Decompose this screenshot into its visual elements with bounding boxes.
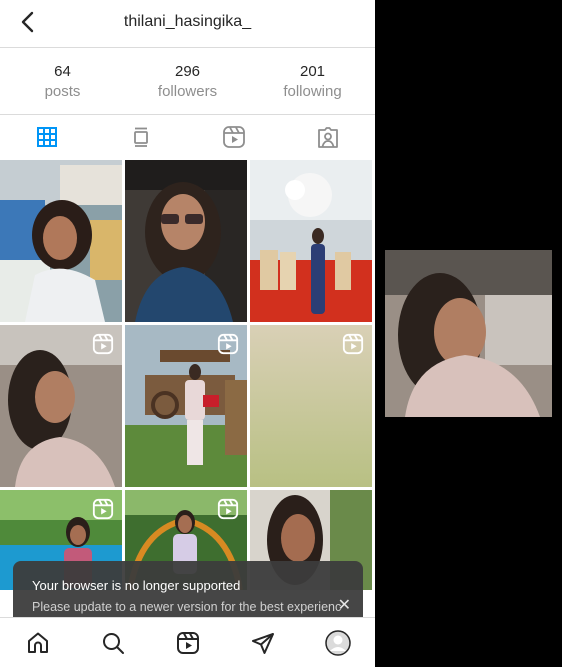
toast-message: Please update to a newer version for the… [32, 600, 342, 614]
reel-icon [217, 498, 239, 520]
reel-icon [342, 333, 364, 355]
back-button[interactable] [14, 8, 42, 36]
photo-woman-pink-top-preview [385, 250, 552, 417]
nav-direct[interactable] [225, 618, 300, 667]
stat-label: followers [157, 83, 218, 100]
hover-preview-image [385, 250, 552, 417]
post-thumbnail[interactable] [125, 325, 247, 487]
profile-page: thilani_hasingika_ 64 posts 296 follower… [0, 0, 375, 667]
post-thumbnail[interactable] [125, 160, 247, 322]
profile-tabs [0, 115, 375, 159]
home-icon [27, 632, 48, 653]
post-thumbnail[interactable] [0, 325, 122, 487]
stat-label: posts [44, 83, 81, 100]
search-icon [102, 632, 124, 654]
stat-posts: 64 posts [0, 50, 125, 114]
reel-icon [92, 333, 114, 355]
reel-icon [92, 498, 114, 520]
stat-following[interactable]: 201 following [250, 50, 375, 114]
tab-tagged[interactable] [281, 115, 375, 159]
stat-value: 201 [299, 63, 326, 80]
nav-reels[interactable] [150, 618, 225, 667]
tab-reels[interactable] [188, 115, 282, 159]
feed-icon [133, 127, 148, 147]
bottom-nav [0, 617, 375, 667]
stat-value: 296 [174, 63, 201, 80]
photo-woman-sunglasses-car [125, 160, 247, 322]
reels-icon [223, 126, 246, 148]
post-thumbnail[interactable] [250, 325, 372, 487]
close-icon[interactable]: ✕ [338, 595, 351, 615]
profile-icon [324, 629, 351, 656]
grid-icon [36, 127, 57, 147]
stat-label: following [283, 83, 342, 100]
profile-header: thilani_hasingika_ [0, 0, 375, 44]
tab-feed[interactable] [94, 115, 188, 159]
photo-woman-in-market [0, 160, 122, 322]
reel-icon [217, 333, 239, 355]
tab-grid[interactable] [0, 115, 94, 159]
divider [0, 47, 375, 48]
stat-followers[interactable]: 296 followers [125, 50, 250, 114]
tagged-icon [318, 127, 339, 148]
stat-value: 64 [54, 63, 71, 80]
direct-icon [251, 632, 274, 654]
nav-profile[interactable] [300, 618, 375, 667]
reels-icon [176, 631, 199, 654]
chevron-left-icon [21, 11, 34, 33]
toast-title: Your browser is no longer supported [32, 578, 241, 593]
nav-search[interactable] [75, 618, 150, 667]
post-thumbnail[interactable] [0, 160, 122, 322]
photo-woman-event-hall [250, 160, 372, 322]
post-thumbnail[interactable] [250, 160, 372, 322]
nav-home[interactable] [0, 618, 75, 667]
profile-stats: 64 posts 296 followers 201 following [0, 50, 375, 114]
profile-username: thilani_hasingika_ [123, 13, 252, 30]
